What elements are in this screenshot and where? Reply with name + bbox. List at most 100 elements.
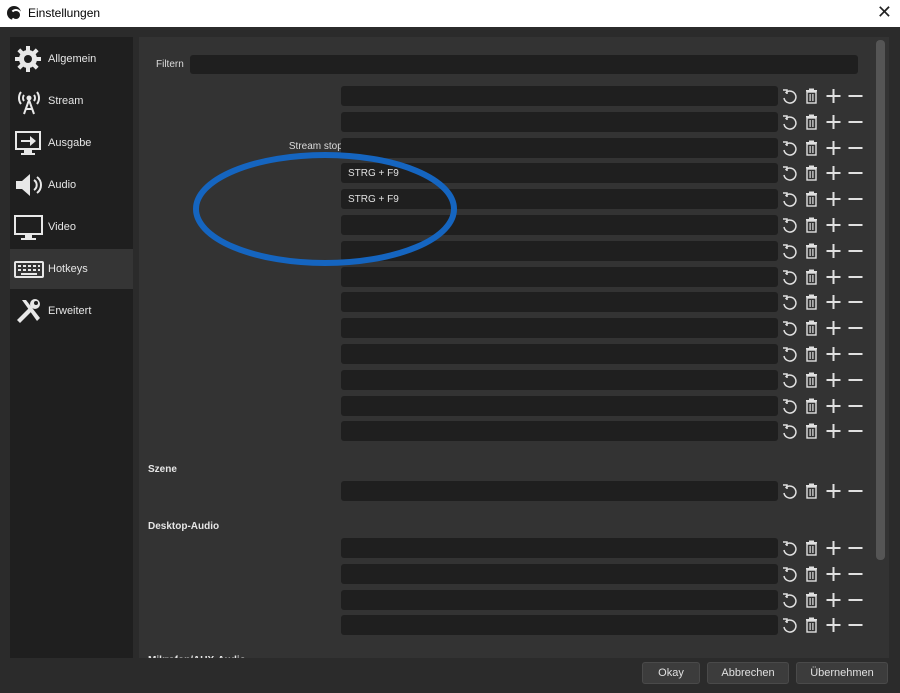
plus-icon[interactable]	[825, 371, 842, 389]
trash-icon[interactable]	[803, 345, 820, 363]
reset-icon[interactable]	[781, 190, 798, 208]
minus-icon[interactable]	[847, 268, 864, 286]
plus-icon[interactable]	[825, 565, 842, 583]
filter-input[interactable]	[190, 55, 858, 74]
apply-button[interactable]: Übernehmen	[796, 662, 888, 684]
hotkey-input[interactable]	[341, 292, 778, 313]
reset-icon[interactable]	[781, 371, 798, 389]
hotkey-input[interactable]	[341, 344, 778, 364]
trash-icon[interactable]	[803, 371, 820, 389]
plus-icon[interactable]	[825, 216, 842, 234]
plus-icon[interactable]	[825, 164, 842, 182]
hotkey-input[interactable]	[341, 111, 778, 132]
hotkey-input[interactable]	[341, 395, 778, 416]
trash-icon[interactable]	[803, 539, 820, 557]
reset-icon[interactable]	[781, 164, 798, 182]
hotkey-input[interactable]	[341, 86, 778, 106]
reset-icon[interactable]	[781, 268, 798, 286]
reset-icon[interactable]	[781, 242, 798, 260]
plus-icon[interactable]	[825, 482, 842, 500]
hotkey-input[interactable]	[341, 538, 778, 558]
reset-icon[interactable]	[781, 319, 798, 337]
hotkey-input[interactable]	[341, 421, 778, 442]
trash-icon[interactable]	[803, 565, 820, 583]
trash-icon[interactable]	[803, 397, 820, 415]
trash-icon[interactable]	[803, 139, 820, 157]
minus-icon[interactable]	[847, 216, 864, 234]
sidebar-item-hotkeys[interactable]: Hotkeys	[10, 249, 133, 289]
reset-icon[interactable]	[781, 422, 798, 440]
sidebar-item-video[interactable]: Video	[10, 207, 133, 247]
plus-icon[interactable]	[825, 190, 842, 208]
trash-icon[interactable]	[803, 482, 820, 500]
hotkey-input[interactable]	[341, 589, 778, 610]
cancel-button[interactable]: Abbrechen	[707, 662, 789, 684]
plus-icon[interactable]	[825, 113, 842, 131]
trash-icon[interactable]	[803, 293, 820, 311]
plus-icon[interactable]	[825, 345, 842, 363]
trash-icon[interactable]	[803, 319, 820, 337]
minus-icon[interactable]	[847, 616, 864, 634]
minus-icon[interactable]	[847, 242, 864, 260]
minus-icon[interactable]	[847, 190, 864, 208]
reset-icon[interactable]	[781, 539, 798, 557]
plus-icon[interactable]	[825, 397, 842, 415]
trash-icon[interactable]	[803, 591, 820, 609]
trash-icon[interactable]	[803, 190, 820, 208]
sidebar-item-erweitert[interactable]: Erweitert	[10, 291, 133, 331]
plus-icon[interactable]	[825, 616, 842, 634]
trash-icon[interactable]	[803, 113, 820, 131]
reset-icon[interactable]	[781, 113, 798, 131]
minus-icon[interactable]	[847, 139, 864, 157]
minus-icon[interactable]	[847, 397, 864, 415]
minus-icon[interactable]	[847, 87, 864, 105]
sidebar-item-stream[interactable]: Stream	[10, 81, 133, 121]
trash-icon[interactable]	[803, 216, 820, 234]
plus-icon[interactable]	[825, 87, 842, 105]
hotkey-input[interactable]	[341, 318, 778, 339]
plus-icon[interactable]	[825, 293, 842, 311]
reset-icon[interactable]	[781, 482, 798, 500]
reset-icon[interactable]	[781, 216, 798, 234]
plus-icon[interactable]	[825, 422, 842, 440]
reset-icon[interactable]	[781, 591, 798, 609]
plus-icon[interactable]	[825, 268, 842, 286]
minus-icon[interactable]	[847, 591, 864, 609]
sidebar-item-allgemein[interactable]: Allgemein	[10, 39, 133, 79]
minus-icon[interactable]	[847, 293, 864, 311]
trash-icon[interactable]	[803, 268, 820, 286]
minus-icon[interactable]	[847, 345, 864, 363]
okay-button[interactable]: Okay	[642, 662, 700, 684]
reset-icon[interactable]	[781, 345, 798, 363]
close-button[interactable]: ✕	[877, 2, 892, 23]
reset-icon[interactable]	[781, 87, 798, 105]
scrollbar[interactable]	[876, 40, 885, 560]
plus-icon[interactable]	[825, 242, 842, 260]
plus-icon[interactable]	[825, 539, 842, 557]
trash-icon[interactable]	[803, 422, 820, 440]
minus-icon[interactable]	[847, 565, 864, 583]
hotkey-input[interactable]	[341, 563, 778, 584]
plus-icon[interactable]	[825, 591, 842, 609]
plus-icon[interactable]	[825, 319, 842, 337]
trash-icon[interactable]	[803, 87, 820, 105]
hotkey-input[interactable]	[341, 266, 778, 287]
trash-icon[interactable]	[803, 242, 820, 260]
trash-icon[interactable]	[803, 616, 820, 634]
reset-icon[interactable]	[781, 397, 798, 415]
minus-icon[interactable]	[847, 422, 864, 440]
hotkey-input[interactable]	[341, 369, 778, 390]
minus-icon[interactable]	[847, 164, 864, 182]
reset-icon[interactable]	[781, 139, 798, 157]
reset-icon[interactable]	[781, 293, 798, 311]
minus-icon[interactable]	[847, 319, 864, 337]
hotkey-input[interactable]	[341, 615, 778, 636]
minus-icon[interactable]	[847, 113, 864, 131]
minus-icon[interactable]	[847, 482, 864, 500]
reset-icon[interactable]	[781, 616, 798, 634]
sidebar-item-audio[interactable]: Audio	[10, 165, 133, 205]
minus-icon[interactable]	[847, 539, 864, 557]
minus-icon[interactable]	[847, 371, 864, 389]
plus-icon[interactable]	[825, 139, 842, 157]
hotkey-input[interactable]	[341, 481, 778, 502]
